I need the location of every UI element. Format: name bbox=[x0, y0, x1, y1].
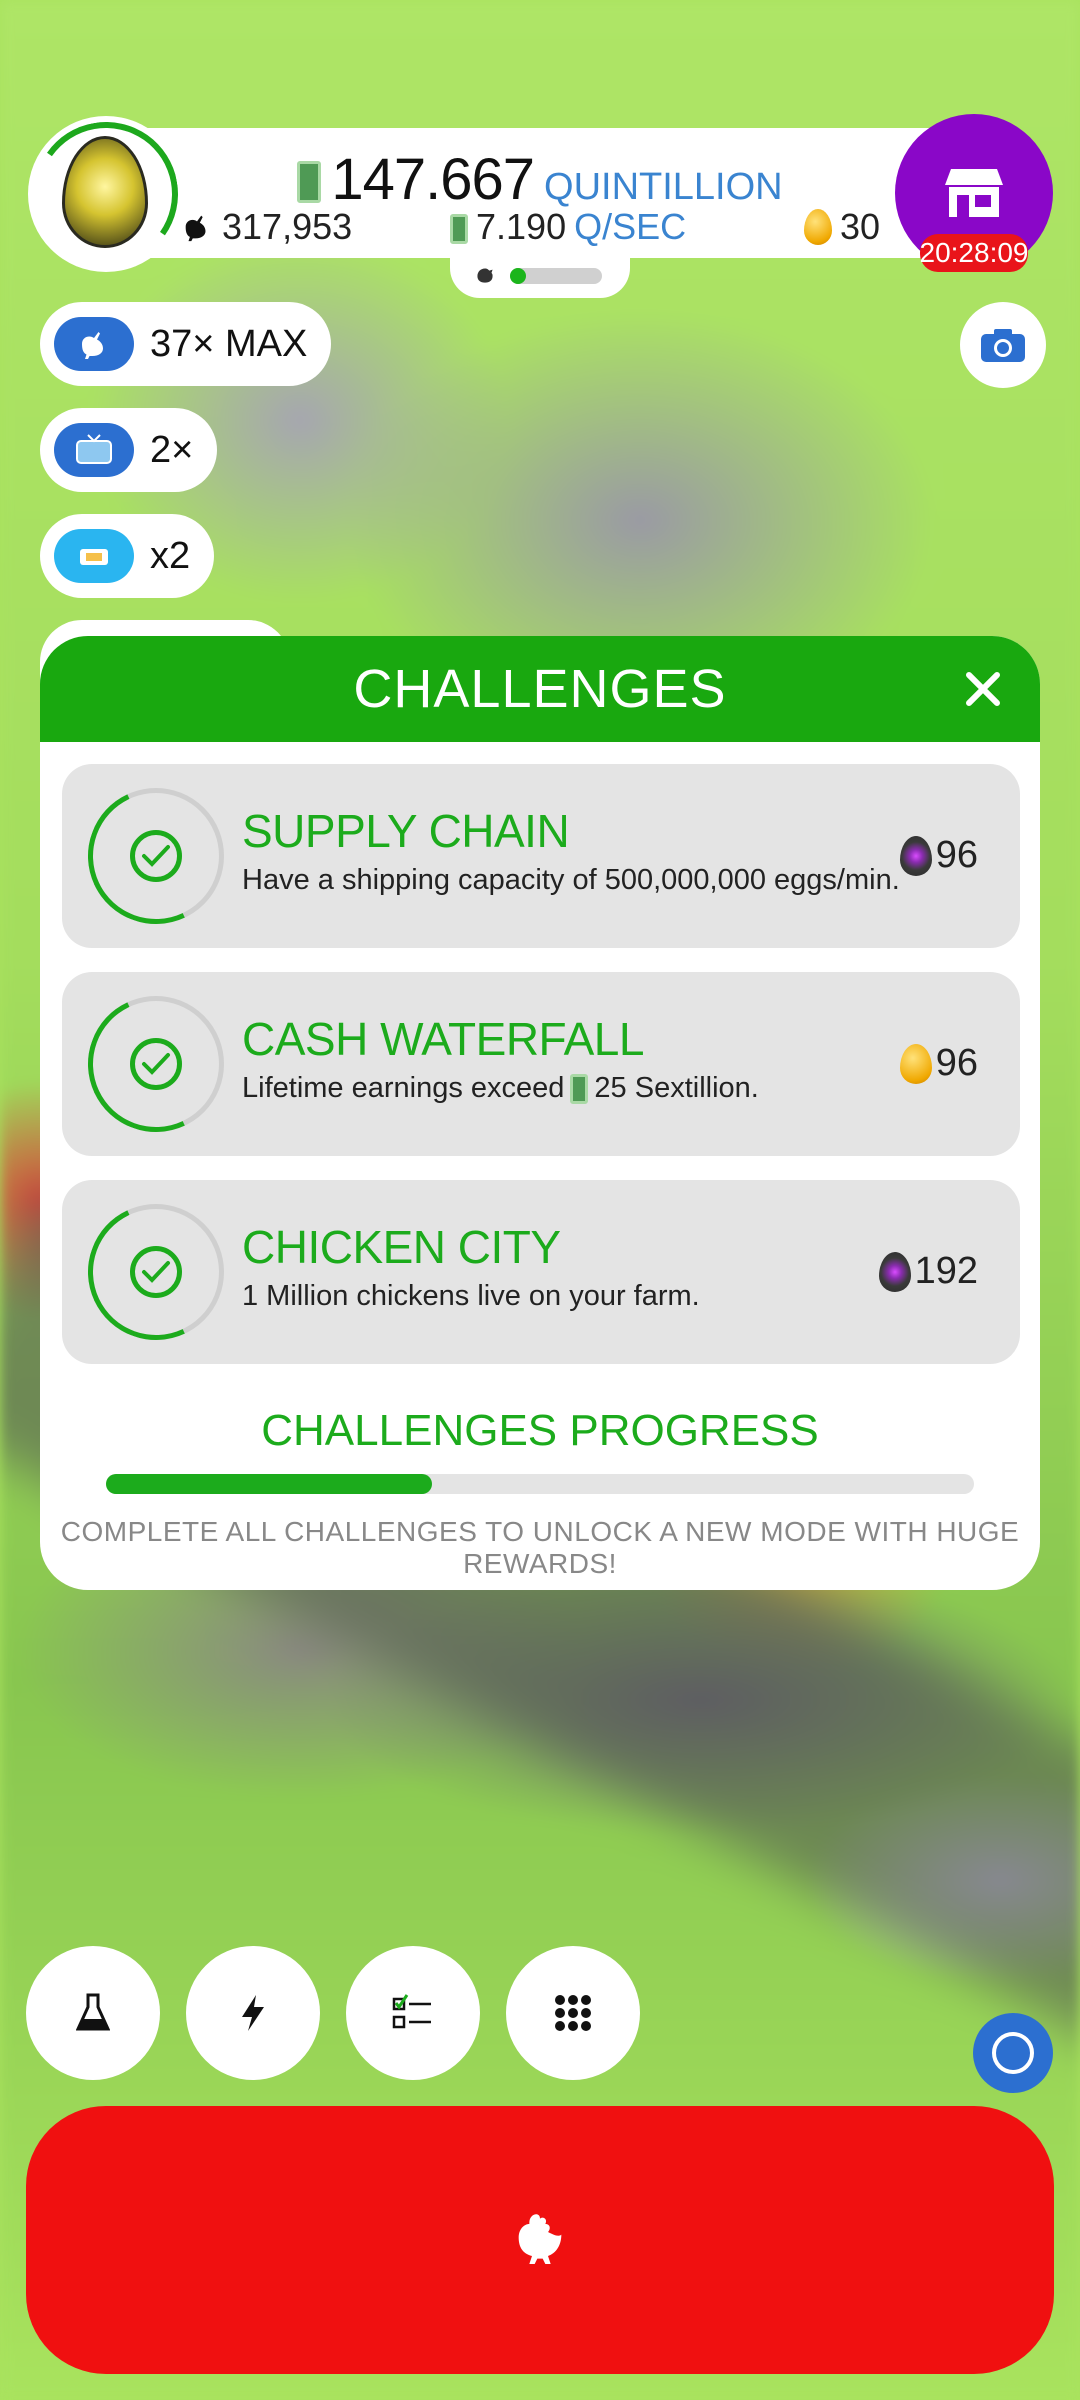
rate-value: 7.190 bbox=[476, 206, 567, 247]
camera-icon bbox=[981, 329, 1025, 362]
boost-label: 37× MAX bbox=[150, 322, 308, 365]
challenge-description: 1 Million chickens live on your farm. bbox=[242, 1280, 700, 1313]
progress-note: COMPLETE ALL CHALLENGES TO UNLOCK A NEW … bbox=[60, 1516, 1020, 1579]
shop-timer: 20:28:09 bbox=[920, 234, 1029, 272]
missions-button[interactable] bbox=[346, 1946, 480, 2080]
panel-title: CHALLENGES bbox=[353, 659, 727, 719]
chick-icon bbox=[477, 268, 493, 283]
challenge-reward: 192 bbox=[878, 1250, 978, 1293]
golden-egg-icon bbox=[803, 209, 832, 245]
golden-egg-value: 30 bbox=[839, 206, 880, 247]
research-button[interactable] bbox=[26, 1946, 160, 2080]
stats-row: 317,953 7.190 Q/SEC 30 bbox=[180, 206, 880, 250]
boost-pill-tv[interactable]: 2× bbox=[40, 408, 218, 492]
money-value: 147.667 bbox=[331, 147, 535, 212]
boost-label: x2 bbox=[150, 534, 191, 577]
reward-value: 96 bbox=[935, 1042, 978, 1084]
boost-label: 2× bbox=[150, 428, 194, 471]
drone-icon bbox=[54, 529, 134, 583]
golden-egg-count: 30 bbox=[803, 206, 880, 248]
challenge-row[interactable]: CASH WATERFALL Lifetime earnings exceed 25… bbox=[62, 972, 1020, 1156]
hab-progress bbox=[450, 250, 630, 298]
progress-title: CHALLENGES PROGRESS bbox=[261, 1406, 819, 1455]
challenge-description: Lifetime earnings exceed 25 Sextillion. bbox=[242, 1072, 759, 1105]
grid-menu-icon bbox=[555, 1995, 591, 2031]
boost-pill-chicken[interactable]: 37× MAX bbox=[40, 302, 332, 386]
cash-icon bbox=[450, 214, 468, 244]
chicken-icon bbox=[54, 317, 134, 371]
challenge-description: Have a shipping capacity of 500,000,000 … bbox=[242, 864, 900, 897]
chicken-icon bbox=[518, 2214, 562, 2264]
challenge-title: SUPPLY CHAIN bbox=[242, 805, 570, 857]
menu-button[interactable] bbox=[506, 1946, 640, 2080]
challenge-row[interactable]: CHICKEN CITY 1 Million chickens live on y… bbox=[62, 1180, 1020, 1364]
challenge-desc-text: 1 Million chickens live on your farm. bbox=[242, 1280, 700, 1312]
boosts-button[interactable] bbox=[186, 1946, 320, 2080]
golden-egg-icon bbox=[899, 1043, 932, 1084]
assistant-button[interactable] bbox=[973, 2013, 1053, 2093]
progress-track bbox=[106, 1474, 974, 1494]
boost-lightning-icon bbox=[242, 1995, 264, 2031]
close-icon bbox=[966, 672, 1000, 706]
hab-progress-fill bbox=[510, 268, 526, 284]
challenge-title: CASH WATERFALL bbox=[242, 1013, 644, 1065]
earning-rate: 7.190 Q/SEC bbox=[450, 206, 686, 248]
challenge-title: CHICKEN CITY bbox=[242, 1221, 561, 1273]
challenge-desc-text: Lifetime earnings exceed bbox=[242, 1072, 565, 1104]
panel-header: CHALLENGES bbox=[40, 636, 1040, 742]
hatch-chicken-button[interactable] bbox=[26, 2106, 1054, 2374]
challenges-panel: CHALLENGES SUPPLY CHAIN Have a shipping c… bbox=[40, 636, 1040, 1590]
circle-icon bbox=[992, 2032, 1034, 2074]
challenge-desc-text: Have a shipping capacity of 500,000,000 … bbox=[242, 864, 900, 896]
close-button[interactable] bbox=[958, 664, 1008, 714]
chicken-count-value: 317,953 bbox=[222, 206, 353, 247]
challenge-reward: 96 bbox=[899, 834, 978, 877]
checkmark-icon bbox=[130, 1038, 182, 1090]
cash-icon bbox=[297, 161, 322, 203]
cash-icon bbox=[570, 1073, 589, 1104]
checklist-icon bbox=[392, 1994, 431, 2029]
checkmark-icon bbox=[130, 830, 182, 882]
checkmark-icon bbox=[130, 1246, 182, 1298]
money-unit: QUINTILLION bbox=[544, 166, 783, 208]
research-flask-icon bbox=[76, 1993, 110, 2031]
soul-egg-icon bbox=[878, 1251, 911, 1292]
reward-value: 96 bbox=[935, 834, 978, 876]
challenge-reward: 96 bbox=[899, 1042, 978, 1085]
chicken-icon bbox=[185, 215, 206, 242]
challenge-row[interactable]: SUPPLY CHAIN Have a shipping capacity of … bbox=[62, 764, 1020, 948]
challenge-desc-amount: 25 Sextillion. bbox=[594, 1072, 759, 1104]
boost-pill-drone[interactable]: x2 bbox=[40, 514, 215, 598]
reward-value: 192 bbox=[914, 1250, 978, 1292]
progress-fill bbox=[106, 1474, 432, 1494]
rate-unit: Q/SEC bbox=[574, 206, 687, 247]
shop-icon bbox=[945, 169, 1003, 217]
soul-egg-icon bbox=[899, 835, 932, 876]
camera-button[interactable] bbox=[960, 302, 1046, 388]
tv-icon bbox=[54, 423, 134, 477]
chicken-count: 317,953 bbox=[180, 206, 352, 248]
